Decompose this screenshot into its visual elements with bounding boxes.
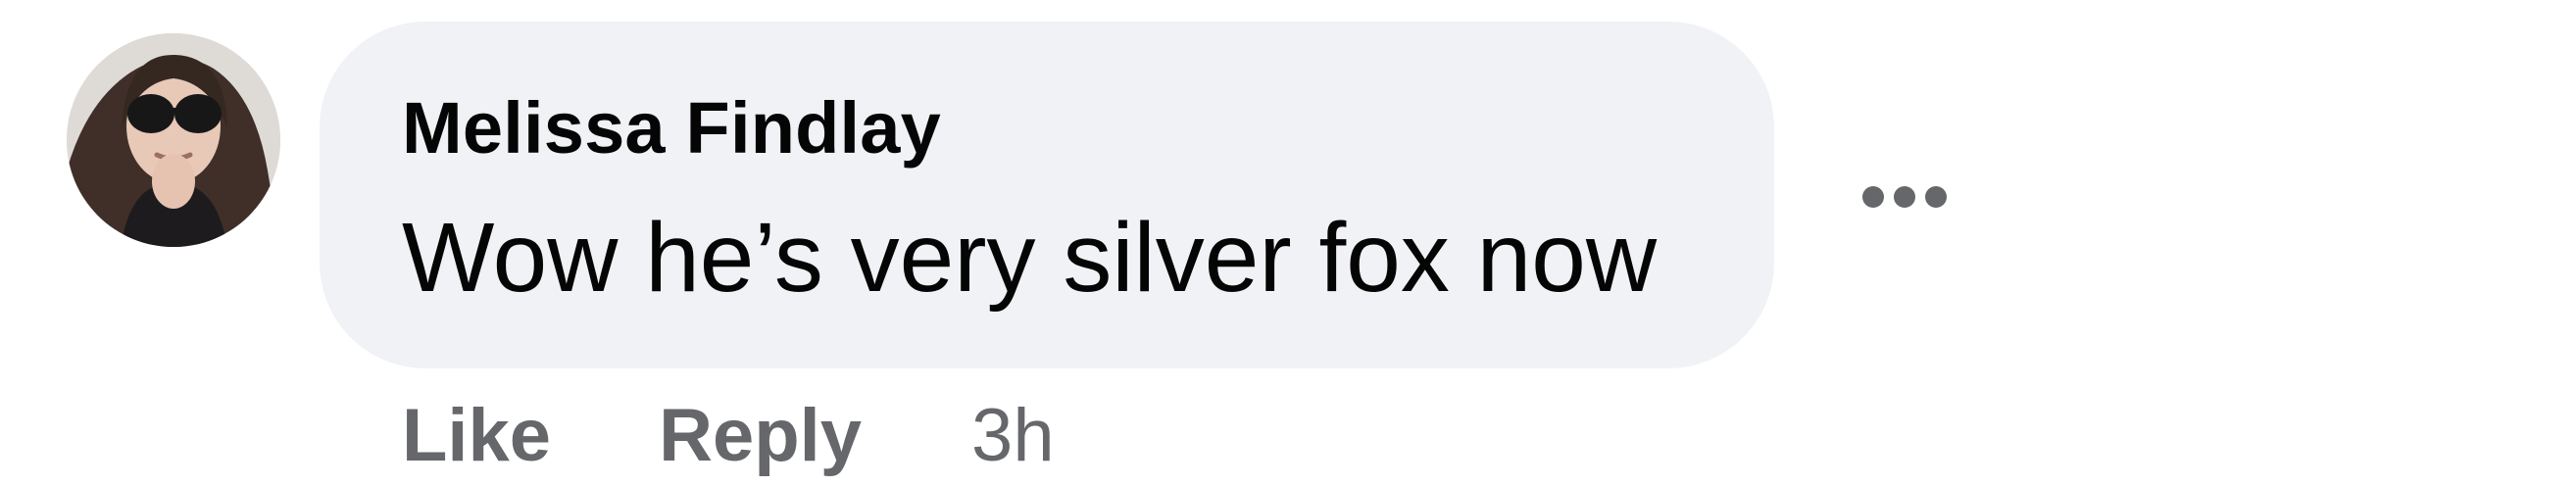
reply-button[interactable]: Reply xyxy=(659,393,862,478)
comment-actions: Like Reply 3h xyxy=(402,386,1055,484)
profile-photo xyxy=(67,33,280,247)
like-button[interactable]: Like xyxy=(402,393,551,478)
more-options-icon xyxy=(1862,186,1947,208)
comment: Melissa Findlay Wow he’s very silver fox… xyxy=(0,0,2576,486)
comment-author[interactable]: Melissa Findlay xyxy=(402,86,941,170)
comment-timestamp: 3h xyxy=(971,393,1055,477)
avatar[interactable] xyxy=(67,33,280,247)
comment-text: Wow he’s very silver fox now xyxy=(402,203,1658,313)
more-options-button[interactable] xyxy=(1851,174,1958,219)
comment-bubble: Melissa Findlay Wow he’s very silver fox… xyxy=(320,22,1774,368)
